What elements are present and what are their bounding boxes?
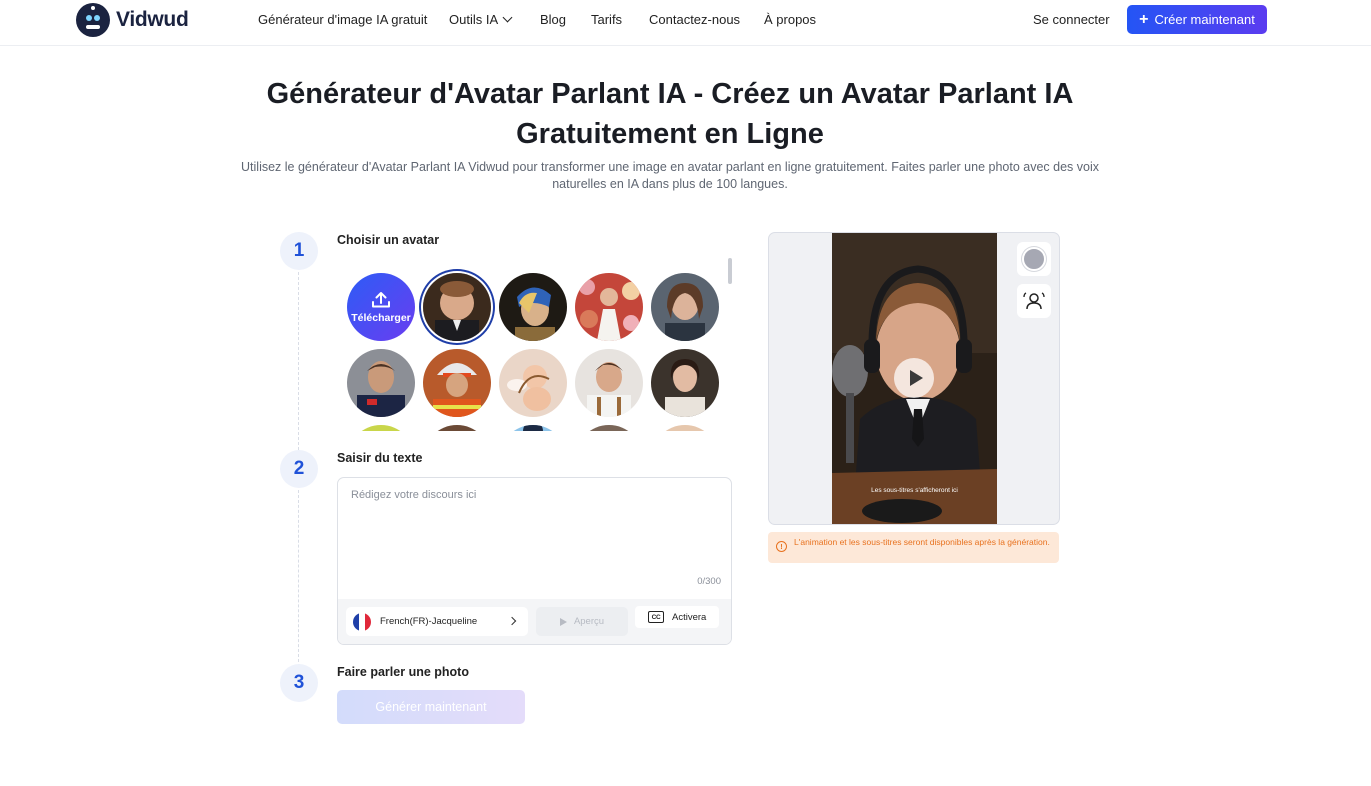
avatar-option-row3-5[interactable] bbox=[651, 425, 719, 431]
nav-item-label: Outils IA bbox=[449, 12, 499, 27]
step-number-2: 2 bbox=[280, 450, 318, 488]
generation-notice-text: L'animation et les sous-titres seront di… bbox=[794, 537, 1050, 547]
robot-logo-icon bbox=[76, 3, 110, 37]
create-now-button[interactable]: + Créer maintenant bbox=[1127, 5, 1267, 34]
play-icon bbox=[909, 370, 923, 386]
play-video-button[interactable] bbox=[894, 358, 934, 398]
step-connector bbox=[298, 272, 299, 450]
avatar-video-preview[interactable]: Les sous-titres s'afficheront ici bbox=[832, 233, 997, 524]
upload-label: Télécharger bbox=[351, 311, 411, 324]
step-connector bbox=[298, 490, 299, 662]
upload-icon bbox=[372, 291, 390, 307]
captions-toggle[interactable]: CC Activera bbox=[635, 606, 719, 628]
nav-item-pricing[interactable]: Tarifs bbox=[591, 12, 622, 27]
generation-notice: ! L'animation et les sous-titres seront … bbox=[768, 532, 1059, 563]
avatar-option-firefighter[interactable] bbox=[423, 349, 491, 417]
color-swatch-icon bbox=[1022, 247, 1046, 271]
avatar-option-woman-portrait[interactable] bbox=[651, 273, 719, 341]
avatar-option-woman-elegant[interactable] bbox=[651, 349, 719, 417]
voice-label: French(FR)-Jacqueline bbox=[380, 616, 478, 627]
avatar-grid-scrollbar[interactable] bbox=[728, 258, 732, 284]
generate-now-button[interactable]: Générer maintenant bbox=[337, 690, 525, 724]
nav-item-free-image-generator[interactable]: Générateur d'image IA gratuit bbox=[258, 12, 427, 27]
avatar-option-row3-2[interactable] bbox=[423, 425, 491, 431]
voice-selector[interactable]: French(FR)-Jacqueline bbox=[346, 607, 528, 636]
step-number-3: 3 bbox=[280, 664, 318, 702]
nav-item-ai-tools[interactable]: Outils IA bbox=[449, 12, 513, 27]
text-toolbar: French(FR)-Jacqueline Aperçu CC Activera bbox=[338, 599, 731, 644]
face-avatar-button[interactable] bbox=[1017, 284, 1051, 318]
plus-icon: + bbox=[1139, 10, 1149, 28]
avatar-option-race-driver[interactable] bbox=[347, 349, 415, 417]
step-label-choose-avatar: Choisir un avatar bbox=[337, 233, 440, 247]
chevron-right-icon bbox=[507, 616, 517, 626]
face-scan-icon bbox=[1023, 292, 1045, 310]
step-label-enter-text: Saisir du texte bbox=[337, 451, 423, 465]
subtitle-overlay: Les sous-titres s'afficheront ici bbox=[871, 487, 958, 494]
nav-item-contact[interactable]: Contactez-nous bbox=[649, 12, 740, 27]
play-icon bbox=[559, 617, 567, 626]
avatar-option-bride-flowers[interactable] bbox=[575, 273, 643, 341]
avatar-option-row3-1[interactable] bbox=[347, 425, 415, 431]
page-title: Générateur d'Avatar Parlant IA - Créez u… bbox=[266, 78, 1074, 150]
avatar-option-baby-suit[interactable] bbox=[423, 273, 491, 341]
step-label-make-photo-talk: Faire parler une photo bbox=[337, 665, 469, 679]
create-now-label: Créer maintenant bbox=[1154, 12, 1255, 27]
avatar-option-row3-4[interactable] bbox=[575, 425, 643, 431]
avatar-option-pearl-earring[interactable] bbox=[499, 273, 567, 341]
avatar-option-cupid[interactable] bbox=[499, 349, 567, 417]
avatar-option-row3-3[interactable] bbox=[499, 425, 567, 431]
speech-text-input[interactable] bbox=[338, 478, 731, 596]
background-color-button[interactable] bbox=[1017, 242, 1051, 276]
top-navbar: Vidwud Générateur d'image IA gratuit Out… bbox=[0, 0, 1371, 46]
login-link[interactable]: Se connecter bbox=[1033, 12, 1110, 27]
brand-name: Vidwud bbox=[116, 8, 189, 31]
audio-preview-label: Aperçu bbox=[573, 616, 605, 627]
character-counter: 0/300 bbox=[697, 576, 721, 587]
closed-captions-icon: CC bbox=[648, 611, 664, 623]
avatar-grid: Télécharger bbox=[340, 264, 730, 431]
page-subtitle: Utilisez le générateur d'Avatar Parlant … bbox=[241, 160, 1099, 191]
brand-logo[interactable]: Vidwud bbox=[76, 2, 189, 38]
video-preview-panel: Les sous-titres s'afficheront ici bbox=[768, 232, 1060, 525]
france-flag-icon bbox=[353, 612, 371, 631]
upload-avatar-button[interactable]: Télécharger bbox=[347, 273, 415, 341]
captions-label: Activera bbox=[672, 611, 707, 623]
speech-text-box: 0/300 French(FR)-Jacqueline Aperçu CC Ac… bbox=[337, 477, 732, 645]
nav-item-blog[interactable]: Blog bbox=[540, 12, 566, 27]
avatar-option-man-apron[interactable] bbox=[575, 349, 643, 417]
info-icon: ! bbox=[776, 541, 787, 552]
step-number-1: 1 bbox=[280, 232, 318, 270]
chevron-down-icon bbox=[502, 12, 513, 23]
nav-item-about[interactable]: À propos bbox=[764, 12, 816, 27]
audio-preview-button[interactable]: Aperçu bbox=[536, 607, 628, 636]
